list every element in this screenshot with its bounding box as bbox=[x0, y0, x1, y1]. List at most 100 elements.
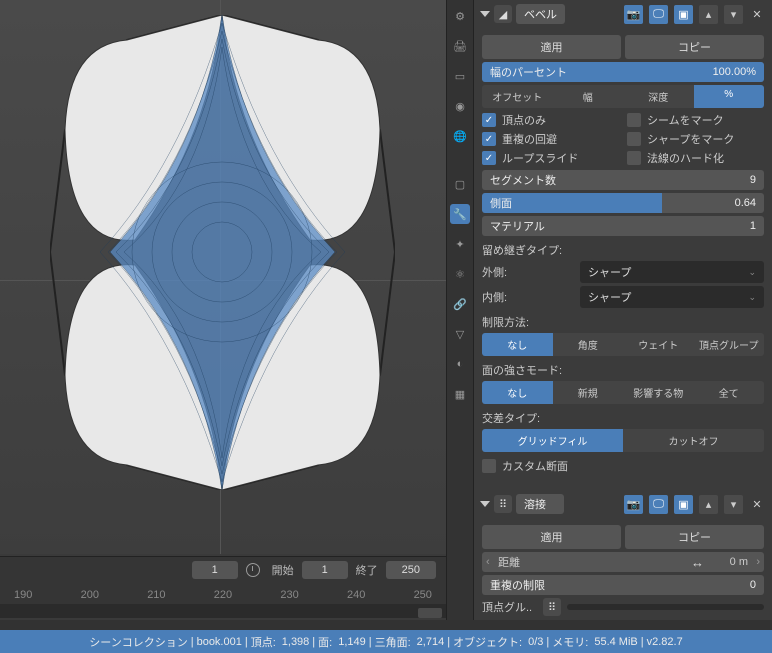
percent-tab[interactable]: % bbox=[694, 85, 765, 108]
collection-name: シーンコレクション bbox=[86, 634, 190, 650]
start-frame-field[interactable]: 1 bbox=[302, 561, 348, 579]
segments-slider[interactable]: セグメント数 9 bbox=[482, 170, 764, 190]
vgroup-dropdown[interactable] bbox=[567, 604, 764, 610]
current-frame-field[interactable]: 1 bbox=[192, 561, 238, 579]
tab-output-icon[interactable]: 🖨 bbox=[450, 36, 470, 56]
copy-button[interactable]: コピー bbox=[625, 525, 764, 549]
collapse-icon[interactable] bbox=[480, 501, 490, 507]
tab-physics-icon[interactable]: ⚛ bbox=[450, 264, 470, 284]
tab-modifier-icon[interactable]: 🔧 bbox=[450, 204, 470, 224]
verts-value: 1,398 bbox=[279, 636, 313, 648]
segments-label: セグメント数 bbox=[490, 172, 556, 188]
weld-icon: ⠿ bbox=[494, 495, 512, 513]
tab-particles-icon[interactable]: ✦ bbox=[450, 234, 470, 254]
limit-none-tab[interactable]: なし bbox=[482, 333, 553, 356]
tick: 200 bbox=[81, 589, 99, 601]
move-down-button[interactable]: ▾ bbox=[724, 495, 743, 514]
viewport-3d[interactable] bbox=[0, 0, 446, 554]
close-icon[interactable]: ✕ bbox=[748, 495, 766, 513]
custom-profile-checkbox[interactable] bbox=[482, 459, 496, 473]
width-percent-slider[interactable]: 幅のパーセント 100.00% bbox=[482, 62, 764, 82]
viewport-toggle-icon[interactable]: 🖵 bbox=[649, 5, 668, 24]
collapse-icon[interactable] bbox=[480, 11, 490, 17]
memory-value: 55.4 MiB bbox=[591, 636, 640, 648]
version: v2.82.7 bbox=[644, 636, 686, 648]
weld-modifier-header[interactable]: ⠿ 溶接 📷 🖵 ▣ ▴ ▾ ✕ bbox=[474, 490, 772, 518]
tab-texture-icon[interactable]: ▦ bbox=[450, 384, 470, 404]
end-frame-field[interactable]: 250 bbox=[386, 561, 436, 579]
tick: 190 bbox=[14, 589, 32, 601]
viewport-toggle-icon[interactable]: 🖵 bbox=[649, 495, 668, 514]
inner-miter-dropdown[interactable]: シャープ⌄ bbox=[580, 286, 764, 308]
editmode-toggle-icon[interactable]: ▣ bbox=[674, 5, 693, 24]
strength-none-tab[interactable]: なし bbox=[482, 381, 553, 404]
tab-world-icon[interactable]: 🌐 bbox=[450, 126, 470, 146]
width-tab[interactable]: 幅 bbox=[553, 85, 624, 108]
outer-miter-dropdown[interactable]: シャープ⌄ bbox=[580, 261, 764, 283]
intersect-grid-tab[interactable]: グリッドフィル bbox=[482, 429, 623, 452]
intersect-type-label: 交差タイプ: bbox=[482, 410, 764, 426]
timeline-scroll-handle[interactable] bbox=[418, 608, 442, 618]
depth-tab[interactable]: 深度 bbox=[623, 85, 694, 108]
material-slider[interactable]: マテリアル 1 bbox=[482, 216, 764, 236]
outer-miter-label: 外側: bbox=[482, 264, 574, 280]
modifier-name-field[interactable]: ベベル bbox=[516, 4, 565, 24]
limit-method-label: 制限方法: bbox=[482, 314, 764, 330]
loop-slide-checkbox[interactable] bbox=[482, 151, 496, 165]
material-label: マテリアル bbox=[490, 218, 545, 234]
move-up-button[interactable]: ▴ bbox=[699, 5, 718, 24]
clock-icon[interactable] bbox=[246, 563, 260, 577]
profile-slider[interactable]: 側面 0.64 bbox=[482, 193, 764, 213]
tab-viewlayer-icon[interactable]: ▭ bbox=[450, 66, 470, 86]
strength-new-tab[interactable]: 新規 bbox=[553, 381, 624, 404]
strength-affected-tab[interactable]: 影響する物 bbox=[623, 381, 694, 404]
modifier-name-field[interactable]: 溶接 bbox=[516, 494, 564, 514]
limit-weight-tab[interactable]: ウェイト bbox=[623, 333, 694, 356]
copy-button[interactable]: コピー bbox=[625, 35, 764, 59]
move-down-button[interactable]: ▾ bbox=[724, 5, 743, 24]
width-percent-value: 100.00% bbox=[713, 66, 756, 78]
tab-objectdata-icon[interactable]: ▽ bbox=[450, 324, 470, 344]
custom-profile-label: カスタム断面 bbox=[502, 458, 568, 474]
dup-limit-slider[interactable]: 重複の制限 0 bbox=[482, 575, 764, 595]
width-percent-label: 幅のパーセント bbox=[490, 64, 567, 80]
move-up-button[interactable]: ▴ bbox=[699, 495, 718, 514]
tab-render-icon[interactable]: ⚙ bbox=[450, 6, 470, 26]
vgroup-icon[interactable]: ⠿ bbox=[543, 598, 561, 616]
profile-label: 側面 bbox=[490, 195, 512, 211]
limit-vgroup-tab[interactable]: 頂点グループ bbox=[694, 333, 765, 356]
editmode-toggle-icon[interactable]: ▣ bbox=[674, 495, 693, 514]
harden-normals-label: 法線のハード化 bbox=[647, 150, 724, 166]
objects-value: 0/3 bbox=[525, 636, 546, 648]
vgroup-label: 頂点グル.. bbox=[482, 599, 537, 615]
chevron-down-icon: ⌄ bbox=[748, 292, 756, 303]
harden-normals-checkbox[interactable] bbox=[627, 151, 641, 165]
tab-scene-icon[interactable]: ◉ bbox=[450, 96, 470, 116]
face-strength-label: 面の強さモード: bbox=[482, 362, 764, 378]
mark-sharp-checkbox[interactable] bbox=[627, 132, 641, 146]
timeline-track[interactable] bbox=[0, 604, 446, 618]
bevel-icon: ◢ bbox=[494, 5, 512, 23]
clamp-overlap-checkbox[interactable] bbox=[482, 132, 496, 146]
distance-slider[interactable]: 距離 ↔ 0 m bbox=[482, 552, 764, 572]
close-icon[interactable]: ✕ bbox=[748, 5, 766, 23]
tab-constraints-icon[interactable]: 🔗 bbox=[450, 294, 470, 314]
tick: 240 bbox=[347, 589, 365, 601]
tab-object-icon[interactable]: ▢ bbox=[450, 174, 470, 194]
strength-all-tab[interactable]: 全て bbox=[694, 381, 765, 404]
tab-material-icon[interactable]: ◐ bbox=[450, 354, 470, 374]
verts-label: 頂点: bbox=[248, 634, 279, 650]
distance-label: 距離 bbox=[490, 554, 520, 570]
apply-button[interactable]: 適用 bbox=[482, 35, 621, 59]
mesh-object[interactable] bbox=[50, 15, 395, 490]
apply-button[interactable]: 適用 bbox=[482, 525, 621, 549]
render-toggle-icon[interactable]: 📷 bbox=[624, 5, 643, 24]
render-toggle-icon[interactable]: 📷 bbox=[624, 495, 643, 514]
offset-tab[interactable]: オフセット bbox=[482, 85, 553, 108]
intersect-cutoff-tab[interactable]: カットオフ bbox=[623, 429, 764, 452]
mark-seam-checkbox[interactable] bbox=[627, 113, 641, 127]
tick: 210 bbox=[147, 589, 165, 601]
limit-angle-tab[interactable]: 角度 bbox=[553, 333, 624, 356]
bevel-modifier-header[interactable]: ◢ ベベル 📷 🖵 ▣ ▴ ▾ ✕ bbox=[474, 0, 772, 28]
vertices-only-checkbox[interactable] bbox=[482, 113, 496, 127]
